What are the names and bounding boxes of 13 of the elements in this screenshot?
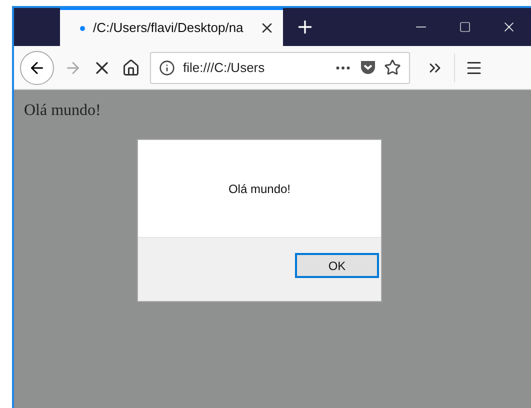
star-icon[interactable] (384, 59, 401, 76)
pocket-icon[interactable] (360, 60, 376, 75)
maximize-icon[interactable] (459, 21, 471, 33)
browser-tab[interactable]: /C:/Users/flavi/Desktop/na (60, 8, 283, 46)
tab-title: /C:/Users/flavi/Desktop/na (93, 19, 244, 38)
address-text: file:///C:/Users (183, 58, 266, 77)
ok-button[interactable]: OK (295, 253, 379, 278)
address-bar[interactable]: file:///C:/Users (150, 52, 410, 84)
page-text: Olá mundo! (24, 101, 101, 121)
home-icon[interactable] (122, 58, 140, 76)
back-button[interactable] (20, 50, 54, 84)
info-icon (159, 60, 175, 76)
dialog-message: Olá mundo! (228, 180, 291, 198)
